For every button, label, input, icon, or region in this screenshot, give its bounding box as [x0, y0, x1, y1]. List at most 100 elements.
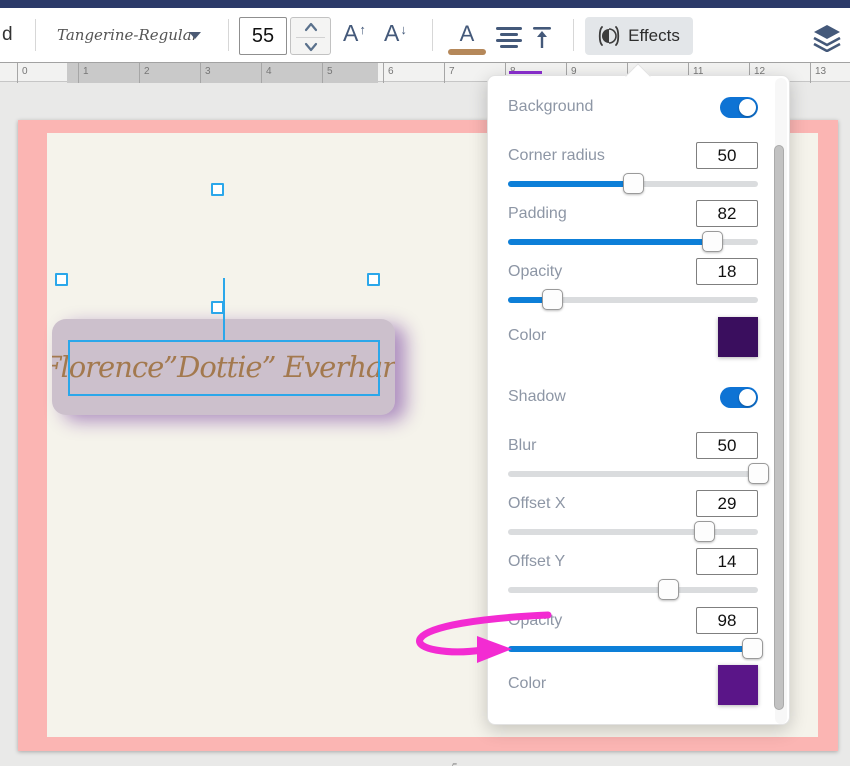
control-label: Color [508, 675, 547, 692]
text-align-button[interactable] [494, 26, 524, 48]
ruler-purple-marker [509, 71, 542, 74]
font-size-stepper[interactable] [290, 17, 331, 55]
ruler-number: 1 [83, 66, 89, 77]
slider-thumb[interactable] [701, 231, 723, 252]
clipped-toolbar-text: d [2, 24, 13, 45]
ruler-tick [322, 63, 323, 83]
font-family-select[interactable]: Tangerine-Regular [45, 14, 215, 56]
shadow-5-toggle[interactable] [720, 387, 758, 408]
arrow-up-icon: ↑ [359, 22, 366, 37]
slider-fill [508, 646, 752, 652]
ruler-number: 2 [144, 66, 150, 77]
slider-fill [508, 239, 712, 245]
decrease-font-size-button[interactable]: A ↓ [384, 20, 407, 47]
font-size-input[interactable] [239, 17, 287, 55]
stepper-divider [296, 37, 325, 38]
blur-6-input[interactable] [696, 432, 758, 459]
ruler-tick [383, 63, 384, 83]
selection-box[interactable] [68, 340, 380, 396]
font-family-value: Tangerine-Regular [57, 26, 199, 44]
align-top-icon [533, 27, 551, 48]
control-label: Background [508, 98, 594, 115]
color-10-swatch[interactable] [718, 665, 758, 705]
resize-handle-bottom[interactable] [211, 301, 224, 314]
ruler-number: 6 [388, 66, 394, 77]
slider-fill [508, 181, 633, 187]
increase-font-size-button[interactable]: A ↑ [343, 20, 366, 47]
ruler-tick [810, 63, 811, 83]
control-label: Shadow [508, 388, 566, 405]
popup-scrollbar-thumb[interactable] [774, 145, 784, 710]
opacity-9-input[interactable] [696, 607, 758, 634]
stepper-down-icon[interactable] [303, 39, 319, 55]
resize-handle-right[interactable] [367, 273, 380, 286]
slider-track [508, 587, 758, 593]
ruler-number: 0 [22, 66, 28, 77]
control-label: Color [508, 327, 547, 344]
toggle-knob [739, 389, 756, 406]
ruler-number: 3 [205, 66, 211, 77]
slider-thumb[interactable] [622, 173, 644, 194]
rotation-handle[interactable] [211, 183, 224, 196]
offset-x-7-input[interactable] [696, 490, 758, 517]
ruler-tick [200, 63, 201, 83]
ruler-tick [139, 63, 140, 83]
control-label: Opacity [508, 612, 563, 629]
padding-2-slider[interactable] [508, 231, 758, 253]
control-label: Corner radius [508, 147, 605, 164]
opacity-9-slider[interactable] [508, 638, 763, 660]
control-label: Blur [508, 437, 537, 454]
text-color-glyph: A [459, 21, 475, 46]
background-0-toggle[interactable] [720, 97, 758, 118]
decrease-font-glyph: A [384, 20, 400, 46]
corner-radius-1-slider[interactable] [508, 173, 758, 195]
effects-icon [599, 26, 620, 46]
resize-handle-left[interactable] [55, 273, 68, 286]
opacity-3-slider[interactable] [508, 289, 758, 311]
chevron-down-icon [189, 32, 201, 39]
text-color-underline [448, 49, 486, 55]
effects-popup: Background Corner radius Padding Opacity Col… [487, 63, 790, 725]
effects-button[interactable]: Effects [585, 17, 693, 55]
popup-scrollbar-track[interactable] [774, 78, 787, 724]
slider-track [508, 529, 758, 535]
slider-track [508, 471, 758, 477]
control-label: Offset X [508, 495, 566, 512]
ruler-tick [444, 63, 445, 83]
increase-font-glyph: A [343, 20, 359, 46]
toolbar-separator [573, 19, 574, 51]
corner-radius-1-input[interactable] [696, 142, 758, 169]
text-color-button[interactable]: A [448, 21, 486, 57]
layers-icon [813, 25, 841, 52]
effects-button-label: Effects [628, 26, 680, 45]
stepper-up-icon[interactable] [303, 20, 319, 36]
slider-thumb[interactable] [747, 463, 769, 484]
slider-thumb[interactable] [741, 638, 763, 659]
control-label: Offset Y [508, 553, 566, 570]
padding-2-input[interactable] [696, 200, 758, 227]
control-label: Padding [508, 205, 567, 222]
arrow-down-icon: ↓ [400, 22, 407, 37]
ruler-number: 5 [327, 66, 333, 77]
color-4-swatch[interactable] [718, 317, 758, 357]
blur-6-slider[interactable] [508, 463, 769, 485]
control-label: Opacity [508, 263, 563, 280]
ruler-number: 13 [815, 66, 827, 77]
toolbar-separator [228, 19, 229, 51]
ruler-tick [78, 63, 79, 83]
vertical-align-button[interactable] [530, 26, 554, 49]
opacity-3-input[interactable] [696, 258, 758, 285]
ruler-number: 4 [266, 66, 272, 77]
slider-thumb[interactable] [541, 289, 563, 310]
ruler-tick [261, 63, 262, 83]
top-navy-strip [0, 0, 850, 8]
slider-thumb[interactable] [693, 521, 715, 542]
toolbar-separator [432, 19, 433, 51]
offset-y-8-slider[interactable] [508, 579, 758, 601]
offset-x-7-slider[interactable] [508, 521, 758, 543]
layers-button[interactable] [812, 24, 842, 52]
align-center-icon [496, 27, 522, 48]
offset-y-8-input[interactable] [696, 548, 758, 575]
slider-thumb[interactable] [657, 579, 679, 600]
ruler-tick [17, 63, 18, 83]
